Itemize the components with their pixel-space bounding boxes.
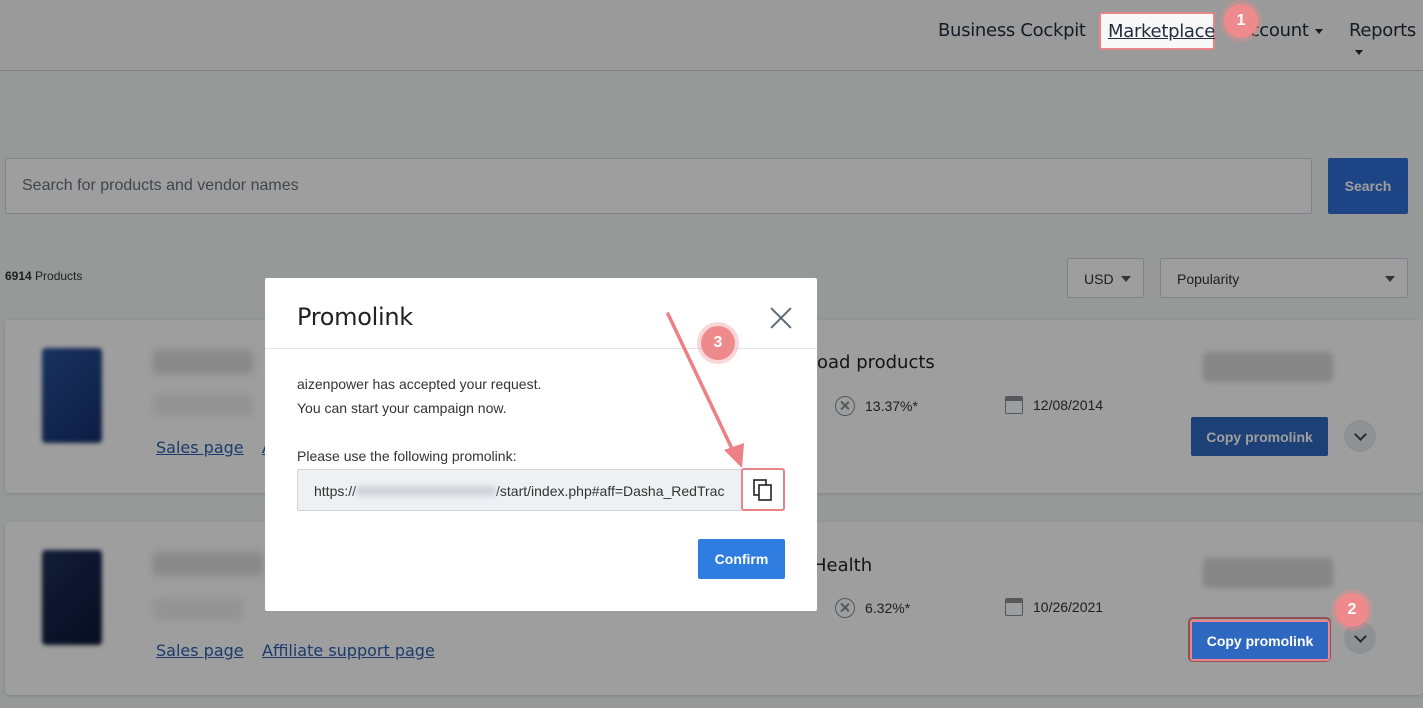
annotation-arrow [666,312,744,468]
